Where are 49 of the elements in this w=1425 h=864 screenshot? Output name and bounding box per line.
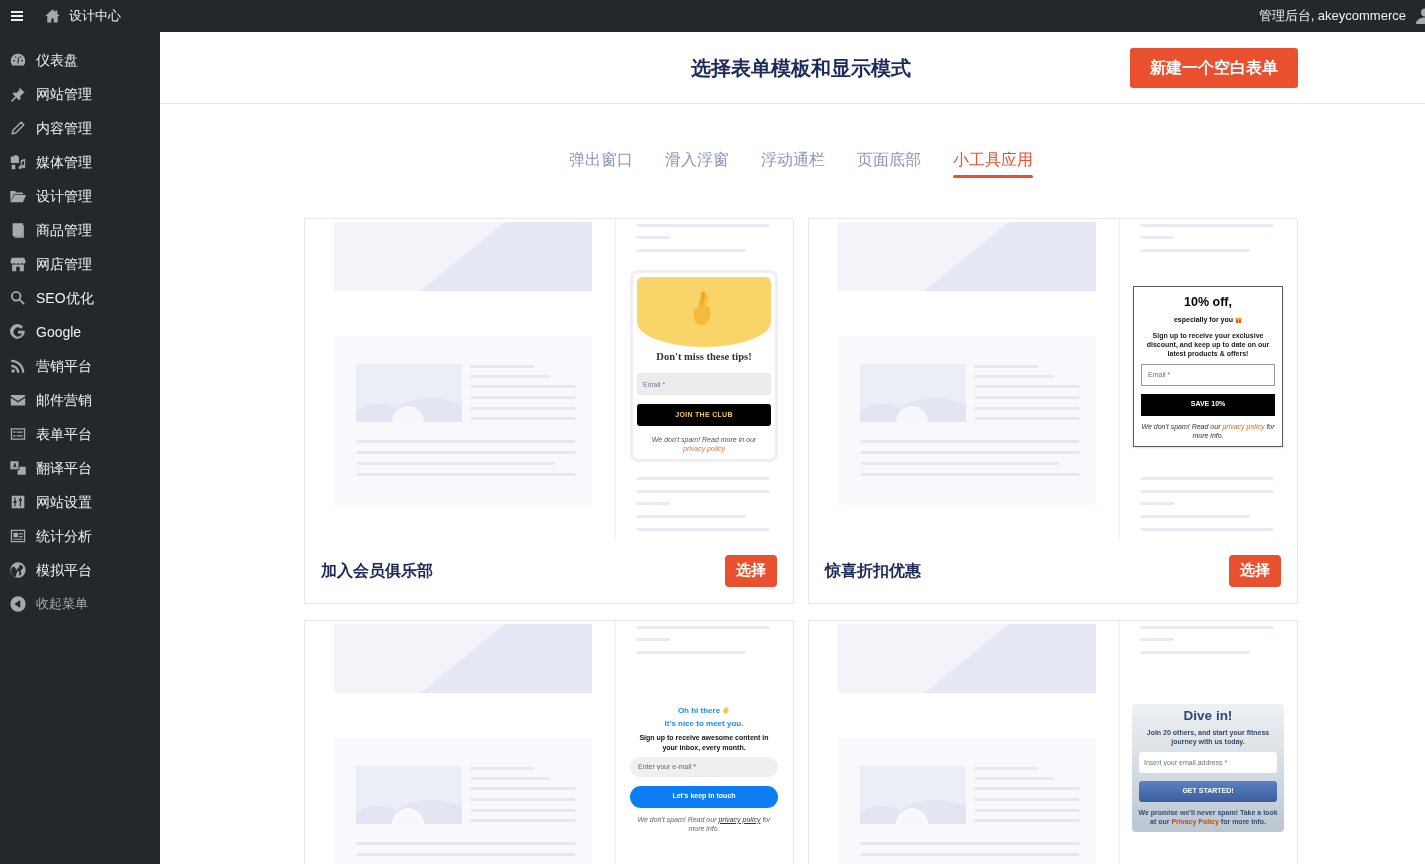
select-button[interactable]: 选择	[1228, 554, 1281, 587]
sidebar-item[interactable]: 统计分析	[0, 519, 160, 553]
menu-icon[interactable]	[11, 11, 23, 21]
collapse-icon	[9, 595, 27, 613]
g-icon	[9, 323, 27, 341]
widget-heading: Oh hi there	[677, 704, 721, 717]
widget-heading: 10% off,	[1184, 293, 1232, 310]
select-button[interactable]: 选择	[724, 554, 777, 587]
waving-hand-icon	[722, 706, 731, 714]
home-icon	[44, 8, 61, 24]
sidebar-item[interactable]: 媒体管理	[0, 145, 160, 179]
photo-music-icon	[9, 153, 27, 171]
sidebar-item[interactable]: 网店管理	[0, 247, 160, 281]
template-title: 惊喜折扣优惠	[824, 560, 921, 581]
sidebar-item[interactable]: 模拟平台	[0, 553, 160, 587]
sidebar-item[interactable]: Google	[0, 315, 160, 349]
sidebar-item[interactable]: 邮件营销	[0, 383, 160, 417]
sidebar-item[interactable]: 网站管理	[0, 77, 160, 111]
search-icon	[9, 289, 27, 307]
sidebar-item[interactable]: 内容管理	[0, 111, 160, 145]
widget-heading: Don't miss these tips!	[656, 351, 752, 363]
sidebar-item[interactable]: 商品管理	[0, 213, 160, 247]
sidebar-item[interactable]: 翻译平台	[0, 451, 160, 485]
id-card-icon	[9, 527, 27, 545]
sliders-icon	[9, 493, 27, 511]
page-title: 选择表单模板和显示模式	[690, 55, 911, 81]
pin-icon	[9, 85, 27, 103]
sidebar-item[interactable]: 营销平台	[0, 349, 160, 383]
template-title: 加入会员俱乐部	[320, 560, 433, 581]
sidebar-item[interactable]: 仪表盘	[0, 43, 160, 77]
tab[interactable]: 小工具应用	[952, 149, 1033, 178]
widget-heading: Dive in!	[1183, 708, 1233, 724]
new-form-button[interactable]: 新建一个空白表单	[1129, 47, 1298, 88]
pencil-icon	[9, 119, 27, 137]
sidebar-item[interactable]: SEO优化	[0, 281, 160, 315]
sidebar-item[interactable]: 表单平台	[0, 417, 160, 451]
form-icon	[9, 425, 27, 443]
site-title-link[interactable]: 设计中心	[44, 6, 121, 26]
collapse-menu-button[interactable]: 收起菜单	[0, 587, 160, 621]
translate-icon	[9, 459, 27, 477]
store-icon	[9, 255, 27, 273]
account-link[interactable]: 管理后台, akeycommerce	[1258, 6, 1406, 26]
user-icon[interactable]	[1416, 8, 1425, 24]
widget-subheading: It's nice to meet you.	[664, 717, 744, 730]
globe-icon	[9, 561, 27, 579]
sidebar-item[interactable]: 设计管理	[0, 179, 160, 213]
rss-icon	[9, 357, 27, 375]
gift-icon	[1235, 315, 1243, 323]
sidebar-item[interactable]: 网站设置	[0, 485, 160, 519]
